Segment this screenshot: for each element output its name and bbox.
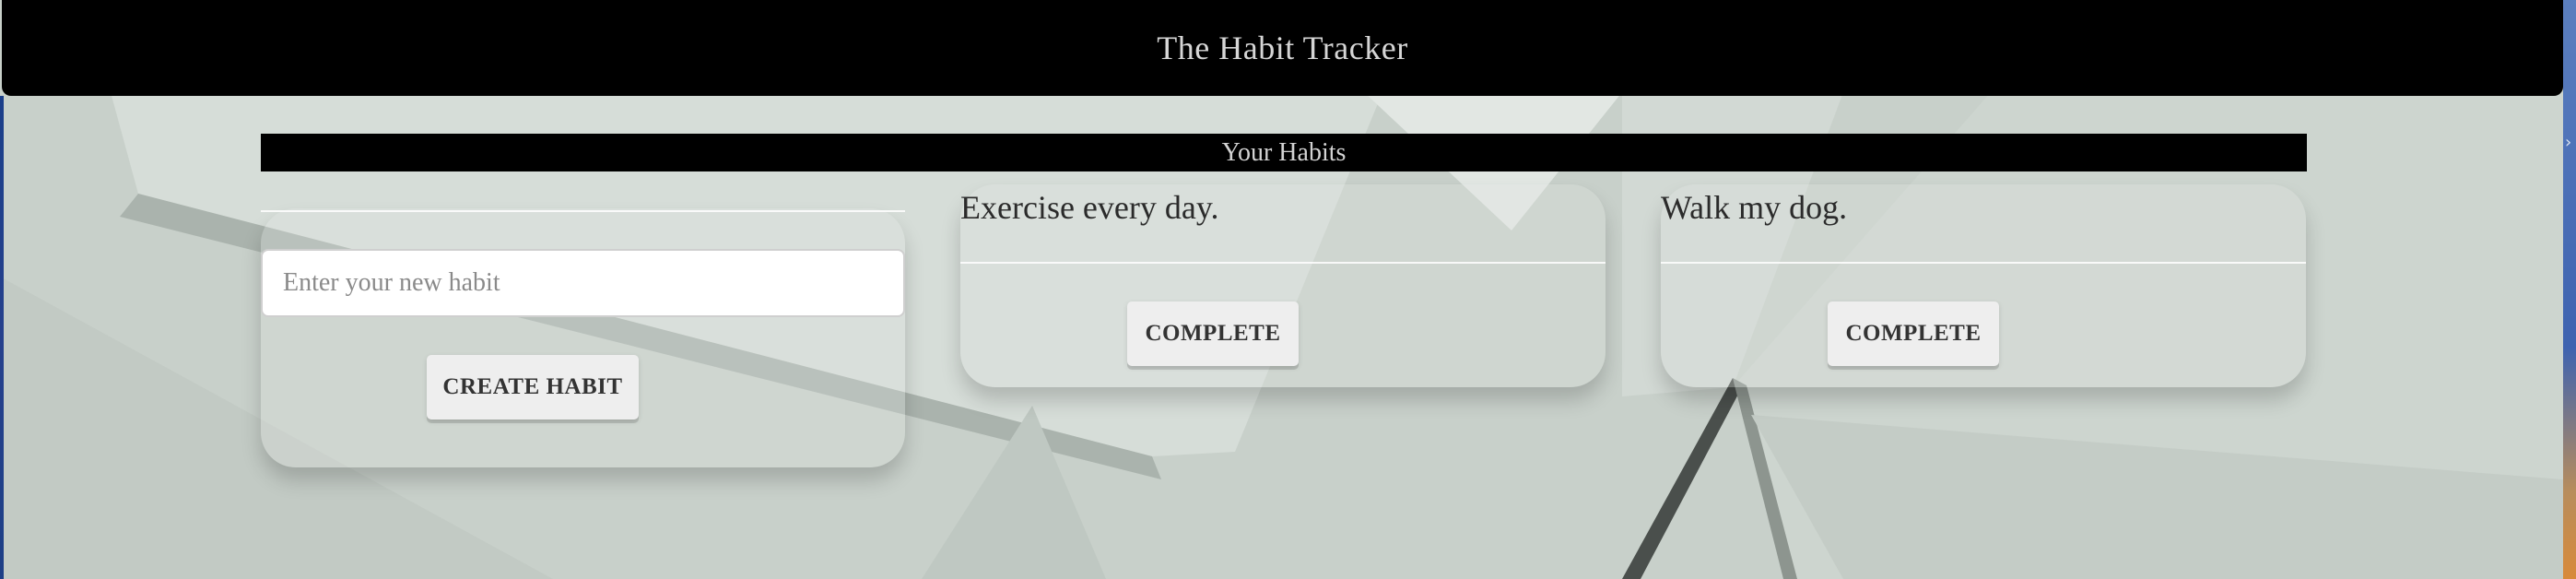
section-bar: Your Habits — [261, 134, 2307, 171]
card-divider — [960, 262, 1606, 264]
card-divider — [1661, 262, 2306, 264]
new-habit-input[interactable] — [261, 249, 905, 317]
complete-habit-button[interactable]: COMPLETE — [1828, 301, 1999, 366]
card-divider — [261, 210, 905, 212]
app-title: The Habit Tracker — [1157, 30, 1408, 66]
desktop-background-strip: › — [2563, 0, 2576, 579]
habit-name: Walk my dog. — [1661, 189, 1848, 226]
section-title: Your Habits — [1221, 137, 1347, 167]
new-habit-card: CREATE HABIT — [261, 208, 905, 467]
habit-name: Exercise every day. — [960, 189, 1219, 226]
create-habit-button[interactable]: CREATE HABIT — [427, 355, 639, 419]
habit-card: Exercise every day. COMPLETE — [960, 184, 1606, 387]
habit-card: Walk my dog. COMPLETE — [1661, 184, 2306, 387]
complete-habit-button[interactable]: COMPLETE — [1127, 301, 1299, 366]
window-edge — [0, 96, 4, 579]
app-header: The Habit Tracker — [2, 0, 2563, 96]
chevron-icon: › — [2565, 133, 2572, 152]
